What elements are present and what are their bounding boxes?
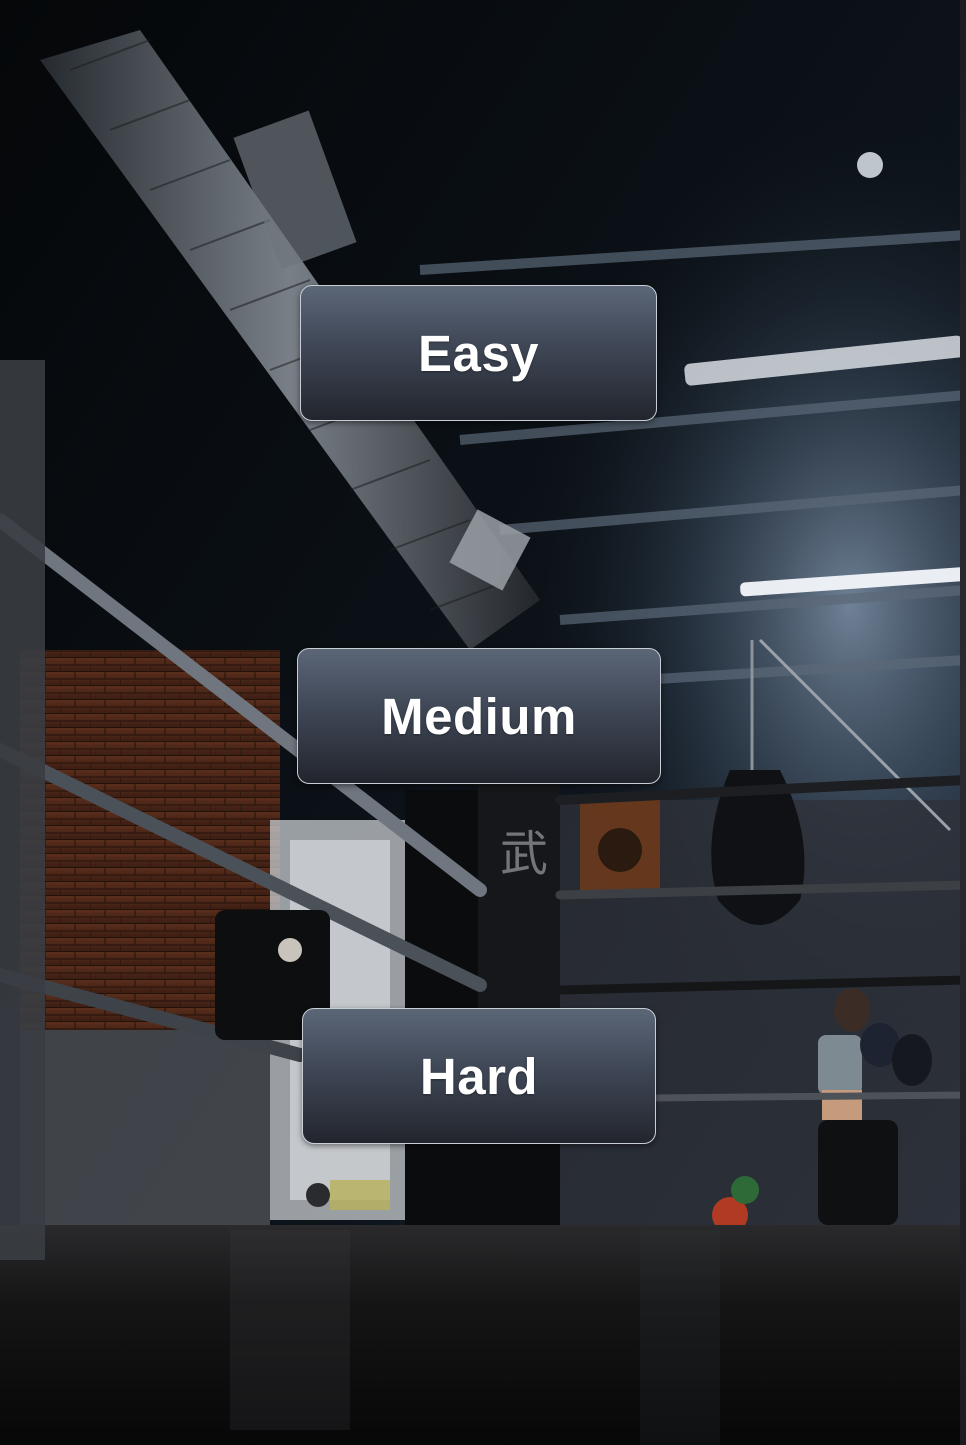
svg-text:武: 武	[500, 828, 548, 881]
scrollbar[interactable]	[960, 0, 966, 1445]
medium-button-label: Medium	[381, 687, 577, 745]
easy-button-label: Easy	[417, 324, 540, 382]
hard-button-label: Hard	[419, 1047, 539, 1105]
medium-difficulty-button[interactable]: Medium	[297, 648, 661, 784]
hard-difficulty-button[interactable]: Hard	[302, 1008, 656, 1144]
difficulty-select-screen: 武 Easy Medium Hard	[0, 0, 966, 1445]
easy-difficulty-button[interactable]: Easy	[300, 285, 657, 421]
